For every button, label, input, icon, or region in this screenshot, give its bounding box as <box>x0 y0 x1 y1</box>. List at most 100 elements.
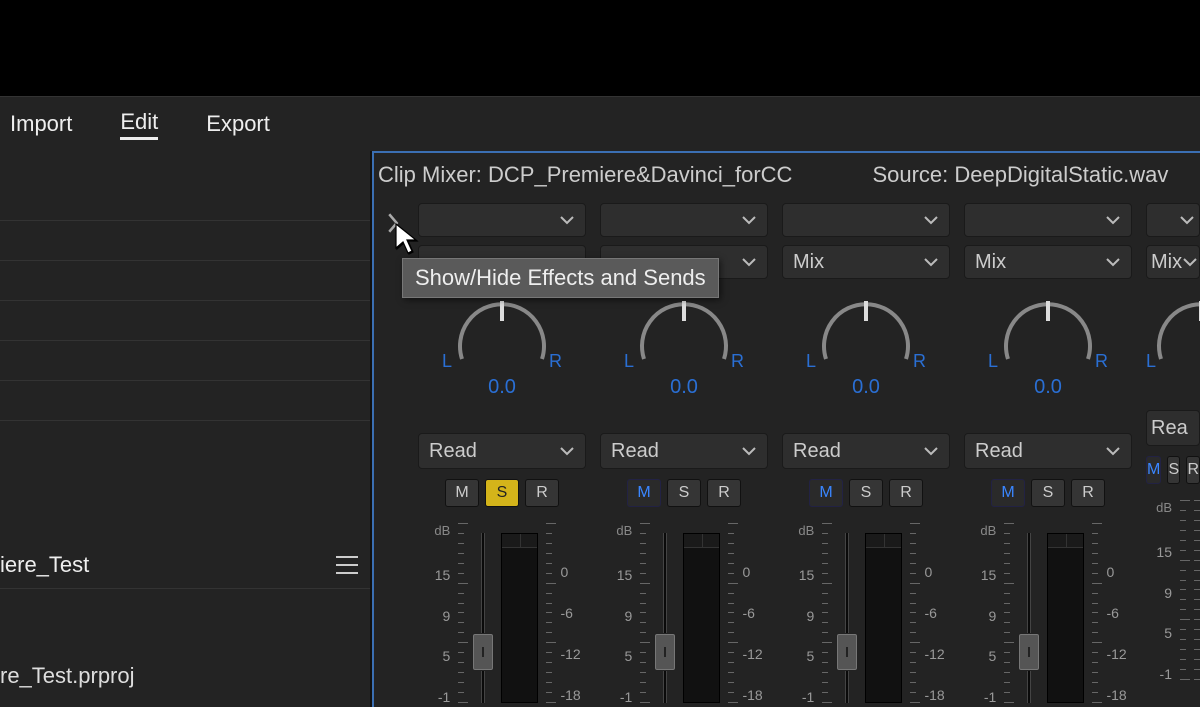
fader-handle[interactable] <box>836 633 858 671</box>
volume-fader[interactable] <box>654 523 674 703</box>
bin-name: iere_Test <box>0 552 89 578</box>
pan-knob[interactable] <box>629 293 739 371</box>
scale-tick: 0 <box>560 564 586 580</box>
chevron-down-icon <box>1105 445 1121 457</box>
tab-export[interactable]: Export <box>206 111 270 137</box>
send-label: Mix <box>975 251 1006 274</box>
record-button[interactable]: R <box>1071 479 1105 507</box>
scale-tick: 15 <box>1146 544 1172 558</box>
solo-button[interactable]: S <box>1031 479 1065 507</box>
mixer-track: Mix LR 0.0 Read M S R dB 1595-1 <box>782 203 950 703</box>
automation-mode-label: Read <box>793 440 841 463</box>
project-panel: iere_Test re_Test.prproj <box>0 151 372 707</box>
record-button[interactable]: R <box>707 479 741 507</box>
pan-value: 0.0 <box>670 376 698 399</box>
clip-mixer-panel: Clip Mixer: DCP_Premiere&Davinci_forCC S… <box>372 151 1200 707</box>
mute-button[interactable]: M <box>1146 456 1161 484</box>
automation-mode-label: Read <box>611 440 659 463</box>
send-label: Mix <box>1151 251 1182 274</box>
automation-mode-select[interactable]: Read <box>600 433 768 469</box>
db-label: dB <box>418 523 450 538</box>
project-row[interactable] <box>0 301 370 341</box>
show-hide-effects-sends-button[interactable] <box>374 203 412 243</box>
scale-tick: -6 <box>924 605 950 621</box>
mute-button[interactable]: M <box>445 479 479 507</box>
project-row[interactable] <box>0 381 370 421</box>
fader-handle[interactable] <box>654 633 676 671</box>
tab-edit[interactable]: Edit <box>120 109 158 140</box>
send-select[interactable]: Mix <box>964 245 1132 279</box>
scale-tick: 0 <box>742 564 768 580</box>
scale-tick: 5 <box>418 648 450 662</box>
record-button[interactable]: R <box>525 479 559 507</box>
pan-knob[interactable] <box>447 293 557 371</box>
project-file-name: re_Test.prproj <box>0 657 370 707</box>
volume-fader[interactable] <box>836 523 856 703</box>
solo-button[interactable]: S <box>849 479 883 507</box>
fx-slot[interactable] <box>600 203 768 237</box>
pan-knob[interactable] <box>811 293 921 371</box>
fader-section: dB 1595-1 0-6-12-18 <box>782 523 950 703</box>
scale-tick: 15 <box>782 567 814 581</box>
record-button[interactable]: R <box>1186 456 1200 484</box>
fader-section: dB 1595-1 0-6-12-18 <box>600 523 768 703</box>
chevron-down-icon <box>1179 214 1195 226</box>
send-select[interactable]: Mix <box>1146 245 1200 279</box>
scale-tick: -1 <box>1146 666 1172 680</box>
automation-mode-label: Read <box>429 440 477 463</box>
project-row[interactable] <box>0 261 370 301</box>
level-meter <box>865 533 903 703</box>
project-row[interactable] <box>0 221 370 261</box>
fx-slot[interactable] <box>964 203 1132 237</box>
level-meter <box>501 533 539 703</box>
mute-button[interactable]: M <box>627 479 661 507</box>
solo-button[interactable]: S <box>667 479 701 507</box>
db-label: dB <box>782 523 814 538</box>
scale-tick: -12 <box>924 646 950 662</box>
solo-button[interactable]: S <box>485 479 519 507</box>
db-label: dB <box>1146 500 1172 515</box>
chevron-down-icon <box>923 214 939 226</box>
scale-tick: -6 <box>742 605 768 621</box>
chevron-down-icon <box>923 445 939 457</box>
mute-button[interactable]: M <box>809 479 843 507</box>
scale-tick: -18 <box>742 687 768 703</box>
chevron-down-icon <box>559 445 575 457</box>
volume-fader[interactable] <box>472 523 492 703</box>
fx-slot[interactable] <box>1146 203 1200 237</box>
tab-import[interactable]: Import <box>10 111 72 137</box>
record-button[interactable]: R <box>889 479 923 507</box>
fx-slot[interactable] <box>782 203 950 237</box>
panel-tab-clip-mixer[interactable]: Clip Mixer: DCP_Premiere&Davinci_forCC <box>378 162 792 188</box>
project-row[interactable] <box>0 181 370 221</box>
automation-mode-label: Read <box>975 440 1023 463</box>
automation-mode-select[interactable]: Read <box>418 433 586 469</box>
chevron-down-icon <box>741 256 757 268</box>
fx-slot[interactable] <box>418 203 586 237</box>
scale-tick: -6 <box>1106 605 1132 621</box>
fader-handle[interactable] <box>1018 633 1040 671</box>
mute-button[interactable]: M <box>991 479 1025 507</box>
pan-value: 0.0 <box>852 376 880 399</box>
level-meter <box>683 533 721 703</box>
solo-button[interactable]: S <box>1167 456 1180 484</box>
scale-tick: -18 <box>560 687 586 703</box>
volume-fader[interactable] <box>1018 523 1038 703</box>
automation-mode-select[interactable]: Read <box>782 433 950 469</box>
scale-tick: 9 <box>782 608 814 622</box>
list-view-icon[interactable] <box>336 556 358 574</box>
fader-handle[interactable] <box>472 633 494 671</box>
automation-mode-select[interactable]: Rea <box>1146 410 1200 446</box>
scale-tick: 9 <box>600 608 632 622</box>
scale-tick: -1 <box>418 689 450 703</box>
pan-knob[interactable] <box>993 293 1103 371</box>
scale-tick: 5 <box>600 648 632 662</box>
send-select[interactable]: Mix <box>782 245 950 279</box>
automation-mode-select[interactable]: Read <box>964 433 1132 469</box>
scale-tick: 15 <box>964 567 996 581</box>
panel-tab-source[interactable]: Source: DeepDigitalStatic.wav <box>872 162 1168 188</box>
pan-knob[interactable] <box>1146 293 1200 371</box>
fader-section: dB 1595-1 0-6-12-18 <box>964 523 1132 703</box>
project-row[interactable] <box>0 341 370 381</box>
chevron-down-icon <box>741 214 757 226</box>
